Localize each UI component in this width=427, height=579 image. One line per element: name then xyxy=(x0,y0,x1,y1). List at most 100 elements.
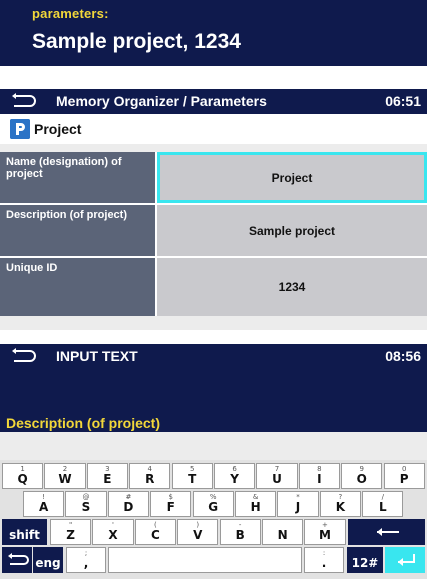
key-z[interactable]: " Z xyxy=(50,519,92,545)
backspace-key[interactable] xyxy=(348,519,425,545)
parameters-label: parameters: xyxy=(32,6,109,21)
title-bar: Memory Organizer / Parameters 06:51 xyxy=(0,89,427,114)
key-label: Z xyxy=(66,528,75,542)
key-label: Q xyxy=(17,472,28,486)
key-label: M xyxy=(319,528,331,542)
key-d[interactable]: # D xyxy=(107,491,149,517)
divider xyxy=(0,144,427,152)
parameters-summary-panel: parameters: Sample project, 1234 xyxy=(0,0,427,66)
key-label: O xyxy=(356,472,367,486)
enter-key[interactable] xyxy=(385,547,425,573)
key-label: 12# xyxy=(351,556,379,570)
key-p[interactable]: 0P xyxy=(383,463,425,489)
title-bar: INPUT TEXT 08:56 xyxy=(0,344,427,369)
key-label: A xyxy=(38,500,49,514)
key-m[interactable]: + M xyxy=(304,519,346,545)
key-k[interactable]: ? K xyxy=(319,491,361,517)
key-e[interactable]: 3E xyxy=(86,463,128,489)
key-j[interactable]: * J xyxy=(277,491,319,517)
divider xyxy=(0,316,427,330)
key-u[interactable]: 7U xyxy=(256,463,298,489)
key-label: U xyxy=(272,472,282,486)
parameters-value: Sample project, 1234 xyxy=(32,30,241,53)
table-row[interactable]: Name (designation) of project Project xyxy=(0,152,427,203)
key-label: H xyxy=(250,500,261,514)
clock: 08:56 xyxy=(385,348,421,364)
breadcrumb: Project xyxy=(0,114,427,144)
numeric-mode-key[interactable]: 12# xyxy=(347,547,383,573)
key-label: V xyxy=(193,528,203,542)
key-g[interactable]: % G xyxy=(192,491,234,517)
back-icon[interactable] xyxy=(10,92,38,110)
language-key[interactable]: eng xyxy=(33,547,63,573)
key-h[interactable]: & H xyxy=(235,491,277,517)
window-title: Memory Organizer / Parameters xyxy=(56,93,267,109)
enter-icon xyxy=(398,554,415,566)
key-label: I xyxy=(317,472,322,486)
table-row[interactable]: Description (of project) Sample project xyxy=(0,205,427,256)
key-label: G xyxy=(208,500,219,514)
key-label: eng xyxy=(35,556,61,570)
key-label: R xyxy=(145,472,155,486)
row-value-field[interactable]: Project xyxy=(157,152,427,203)
on-screen-keyboard: 1 Q 2 W 3 E 4 R 5 T 6 Y 7 U 8 I 9 O 0 P ! A @ S # D $ F% G & H * J? K / L sh… xyxy=(0,460,427,579)
memory-organizer-panel: Memory Organizer / Parameters 06:51 Proj… xyxy=(0,89,427,330)
key-y[interactable]: 6Y xyxy=(214,463,256,489)
key-label: L xyxy=(378,500,387,514)
key-c[interactable]: (C xyxy=(134,519,176,545)
backspace-arrow-icon xyxy=(377,528,399,536)
row-value-field[interactable]: 1234 xyxy=(157,258,427,316)
project-icon xyxy=(10,119,30,139)
row-key: Name (designation) of project xyxy=(0,152,155,203)
back-icon[interactable] xyxy=(10,347,38,365)
key-label: B xyxy=(235,528,245,542)
key-x[interactable]: ' X xyxy=(92,519,134,545)
key-label: . xyxy=(321,556,327,570)
key-label: T xyxy=(188,472,197,486)
key-a[interactable]: ! A xyxy=(23,491,65,517)
table-row[interactable]: Unique ID 1234 xyxy=(0,258,427,316)
key-comma[interactable]: ;, xyxy=(66,547,106,573)
key-label: Y xyxy=(230,472,239,486)
back-icon xyxy=(8,553,29,565)
key-label: X xyxy=(108,528,118,542)
window-title: INPUT TEXT xyxy=(56,348,138,364)
key-label: shift xyxy=(9,528,40,542)
space-key[interactable] xyxy=(108,547,302,573)
key-label: , xyxy=(83,556,89,570)
key-period[interactable]: :. xyxy=(304,547,344,573)
key-label: F xyxy=(166,500,175,514)
clock: 06:51 xyxy=(385,93,421,109)
key-o[interactable]: 9O xyxy=(341,463,383,489)
key-t[interactable]: 5T xyxy=(171,463,213,489)
key-label: K xyxy=(335,500,346,514)
key-n[interactable]: N xyxy=(262,519,304,545)
back-key[interactable] xyxy=(2,547,32,573)
key-w[interactable]: 2W xyxy=(44,463,86,489)
key-q[interactable]: 1Q xyxy=(2,463,44,489)
input-header: INPUT TEXT 08:56 Description (of project… xyxy=(0,344,427,432)
row-key: Description (of project) xyxy=(0,205,155,256)
text-input[interactable] xyxy=(0,432,427,460)
row-value-field[interactable]: Sample project xyxy=(157,205,427,256)
input-prompt: Description (of project) xyxy=(6,415,161,431)
key-r[interactable]: 4R xyxy=(129,463,171,489)
key-l[interactable]: / L xyxy=(362,491,404,517)
key-label: P xyxy=(399,472,409,486)
key-i[interactable]: 8I xyxy=(298,463,340,489)
breadcrumb-label: Project xyxy=(34,121,82,137)
key-b[interactable]: -B xyxy=(219,519,261,545)
row-key: Unique ID xyxy=(0,258,155,316)
key-label: N xyxy=(277,528,288,542)
key-label: S xyxy=(81,500,91,514)
key-s[interactable]: @ S xyxy=(65,491,107,517)
key-label: E xyxy=(103,472,112,486)
key-label: J xyxy=(295,500,301,514)
key-f[interactable]: $ F xyxy=(150,491,192,517)
key-label: D xyxy=(123,500,134,514)
input-text-panel: INPUT TEXT 08:56 Description (of project… xyxy=(0,344,427,579)
shift-key[interactable]: shift xyxy=(2,519,47,545)
key-label: W xyxy=(58,472,72,486)
key-v[interactable]: ) V xyxy=(177,519,219,545)
key-label: C xyxy=(150,528,160,542)
